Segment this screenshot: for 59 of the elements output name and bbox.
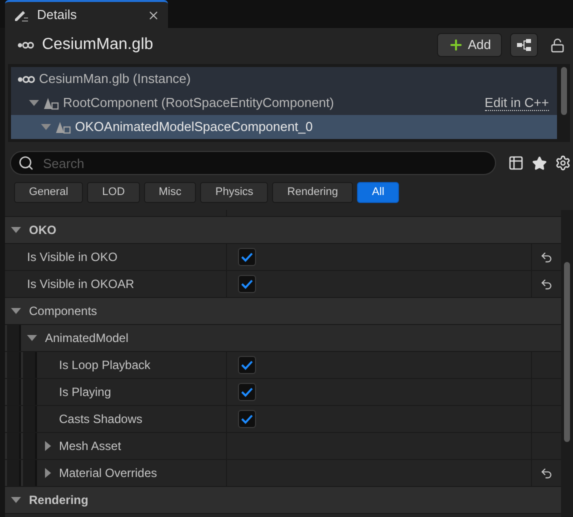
- tree-item-label: OKOAnimatedModelSpaceComponent_0: [75, 118, 313, 136]
- reset-icon[interactable]: [540, 278, 553, 290]
- property-label: Is Visible in OKO: [27, 249, 118, 266]
- add-button[interactable]: Add: [436, 33, 502, 57]
- property-label: Is Visible in OKOAR: [27, 276, 134, 293]
- collapse-arrow-icon[interactable]: [11, 306, 21, 316]
- reset-icon[interactable]: [540, 466, 553, 480]
- collapse-arrow-icon[interactable]: [29, 98, 39, 108]
- settings-icon[interactable]: [555, 155, 571, 171]
- collapse-arrow-icon[interactable]: [27, 333, 37, 343]
- search-icon: [18, 155, 34, 171]
- tree-item-label: RootComponent (RootSpaceEntityComponent): [63, 94, 334, 112]
- tree-item[interactable]: OKOAnimatedModelSpaceComponent_0: [11, 115, 557, 139]
- star-icon[interactable]: [532, 156, 547, 170]
- checkbox[interactable]: [238, 356, 256, 374]
- lock-icon[interactable]: [550, 38, 565, 52]
- filter-tab[interactable]: Misc: [144, 182, 196, 203]
- filter-tab[interactable]: General: [14, 182, 84, 203]
- property-label: Mesh Asset: [59, 438, 122, 455]
- collapse-arrow-icon[interactable]: [11, 225, 21, 235]
- scrollbar[interactable]: [561, 67, 567, 115]
- hierarchy-button[interactable]: [510, 33, 538, 57]
- tree-item[interactable]: RootComponent (RootSpaceEntityComponent) Edit in C++: [11, 91, 557, 115]
- filter-tab[interactable]: Rendering: [272, 182, 354, 203]
- property-label: Casts Shadows: [59, 411, 142, 428]
- component-icon: [55, 120, 71, 134]
- property-label: AnimatedModel: [45, 330, 128, 347]
- checkbox[interactable]: [238, 410, 256, 428]
- plus-icon: [448, 37, 464, 53]
- filter-tab[interactable]: LOD: [87, 182, 140, 203]
- reset-icon[interactable]: [540, 250, 553, 264]
- filter-tab[interactable]: Physics: [200, 182, 268, 203]
- search-field[interactable]: Search: [10, 151, 496, 175]
- checkbox[interactable]: [238, 275, 256, 293]
- link-icon: [17, 40, 34, 50]
- scrollbar[interactable]: [564, 262, 570, 442]
- checkbox[interactable]: [238, 383, 256, 401]
- tree-item[interactable]: CesiumMan.glb (Instance): [11, 67, 557, 91]
- property-label: Material Overrides: [59, 465, 158, 482]
- tab-title: Details: [37, 6, 77, 24]
- collapse-arrow-icon[interactable]: [11, 495, 21, 505]
- expand-arrow-icon[interactable]: [43, 441, 53, 451]
- object-title: CesiumMan.glb: [42, 35, 154, 55]
- filter-tab[interactable]: All: [357, 182, 400, 203]
- close-icon[interactable]: [147, 8, 160, 22]
- category-title: Components: [29, 303, 98, 320]
- category-title: Rendering: [29, 492, 88, 509]
- tree-item-label: CesiumMan.glb (Instance): [39, 70, 191, 88]
- expand-arrow-icon[interactable]: [43, 468, 53, 478]
- category-title: OKO: [29, 222, 56, 239]
- hierarchy-icon: [516, 39, 532, 51]
- checkbox[interactable]: [238, 248, 256, 266]
- edit-link[interactable]: Edit in C++: [484, 96, 549, 110]
- property-label: Is Loop Playback: [59, 357, 150, 374]
- table-icon[interactable]: [508, 155, 524, 171]
- details-tab[interactable]: Details: [5, 0, 168, 28]
- link-icon: [17, 74, 35, 84]
- component-icon: [43, 96, 59, 110]
- property-label: Is Playing: [59, 384, 112, 401]
